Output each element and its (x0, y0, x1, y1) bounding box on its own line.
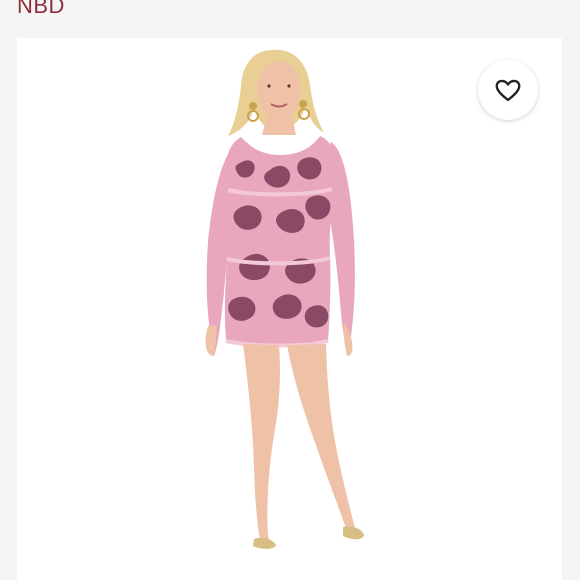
brand-label: NBD (17, 0, 65, 18)
like-button[interactable] (478, 60, 538, 120)
dress-photo (205, 49, 364, 549)
listing-page: NBD (0, 0, 580, 580)
right-earring-icon (299, 100, 307, 108)
model-face (257, 61, 301, 119)
right-shoe-icon (343, 526, 364, 540)
heart-outline-icon (495, 79, 521, 102)
left-leg (243, 344, 280, 546)
right-leg (287, 344, 355, 535)
left-shoe-icon (253, 537, 276, 549)
left-earring-icon (249, 102, 257, 110)
